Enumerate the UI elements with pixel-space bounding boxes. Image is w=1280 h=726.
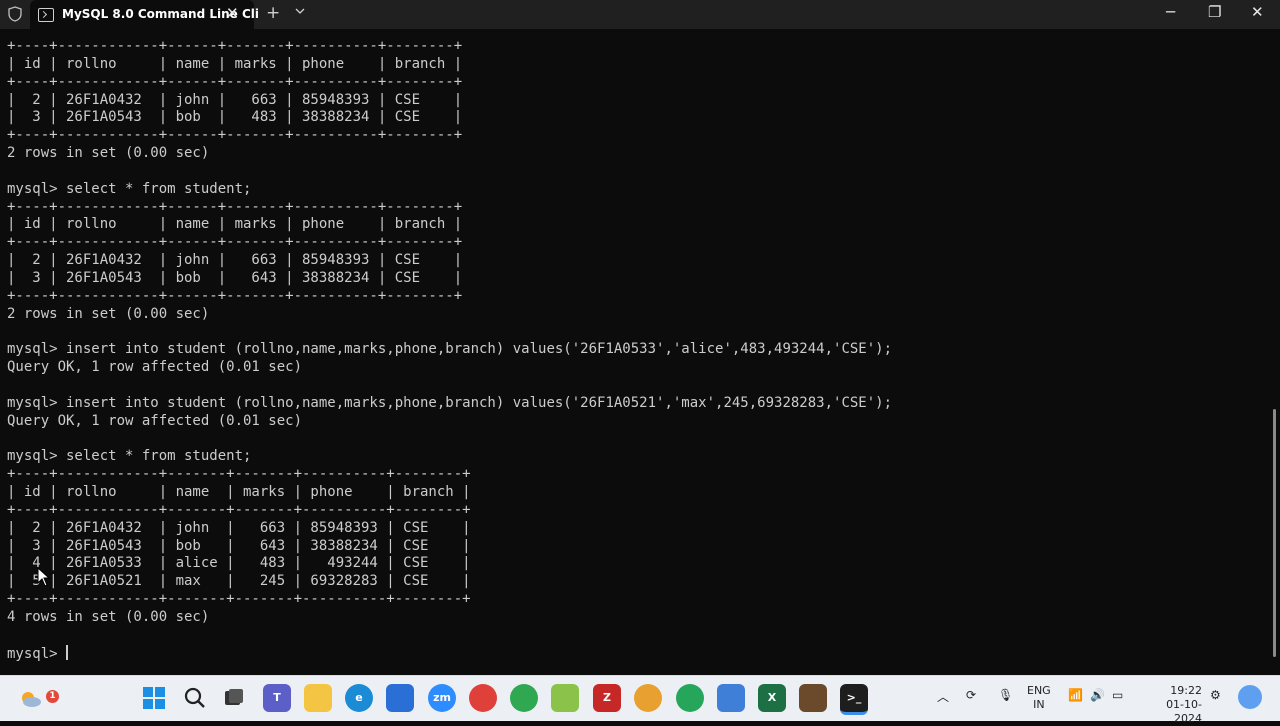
excel-icon: X (767, 691, 777, 704)
terminal-line: +----+------------+------+-------+------… (7, 73, 463, 90)
zoom-button[interactable]: zm (428, 684, 456, 712)
windows-logo-icon (143, 687, 165, 709)
edge-icon: e (355, 691, 363, 704)
sync-icon[interactable]: ⟳ (966, 688, 976, 702)
close-window-button[interactable]: ✕ (1251, 3, 1264, 21)
terminal-line: | 4 | 26F1A0533 | alice | 483 | 493244 |… (7, 555, 471, 572)
terminal-line: 4 rows in set (0.00 sec) (7, 609, 210, 625)
language-region: IN (1033, 698, 1045, 711)
terminal-button[interactable]: >_ (840, 684, 868, 715)
terminal-output[interactable]: +----+------------+------+-------+------… (0, 29, 1270, 675)
terminal-line: +----+------------+-------+-------+-----… (7, 591, 471, 608)
text-cursor (66, 644, 69, 660)
notepad-button[interactable] (717, 684, 745, 712)
start-button[interactable] (140, 684, 168, 712)
chevron-up-icon[interactable]: ︿ (937, 688, 949, 705)
chrome-button-1[interactable] (469, 684, 497, 712)
zoom-icon: zm (433, 691, 451, 704)
terminal-line: +----+------------+------+-------+------… (7, 127, 463, 144)
filezilla-button[interactable]: Z (593, 684, 621, 712)
terminal-line: mysql> select * from student; (7, 180, 252, 197)
terminal-line: mysql> select * from student; (7, 448, 252, 465)
terminal-line: +----+------------+-------+-------+-----… (7, 501, 471, 518)
microphone-icon[interactable]: 🎙 (998, 688, 1013, 702)
app-button[interactable] (799, 684, 827, 712)
teams-button[interactable]: T (263, 684, 291, 712)
task-view-button[interactable] (220, 684, 248, 712)
terminal-icon: >_ (846, 691, 862, 704)
terminal-line: | 2 | 26F1A0432 | john | 663 | 85948393 … (7, 252, 463, 269)
terminal-line: +----+------------+------+-------+------… (7, 198, 463, 215)
terminal-line: | 2 | 26F1A0432 | john | 663 | 85948393 … (7, 519, 471, 536)
store-button[interactable] (386, 684, 414, 712)
notification-settings-icon[interactable]: ⚙ (1210, 688, 1221, 702)
terminal-line: | id | rollno | name | marks | phone | b… (7, 216, 463, 233)
terminal-line: mysql> (7, 645, 67, 662)
notification-badge: 1 (46, 690, 59, 703)
chevron-down-icon[interactable] (295, 6, 305, 16)
language-code: ENG (1027, 684, 1051, 697)
new-tab-button[interactable]: + (266, 3, 280, 23)
minimize-button[interactable]: ─ (1166, 3, 1175, 21)
close-tab-icon[interactable]: ✕ (226, 4, 239, 22)
taskbar: 1 T e zm Z X >_ ︿ ⟳ 🎙 ENG IN 📶 🔊 ▭ 19:22 (0, 675, 1280, 725)
chrome-button-4[interactable] (676, 684, 704, 712)
terminal-line: +----+------------+-------+-------+-----… (7, 466, 471, 483)
terminal-line: | 3 | 26F1A0543 | bob | 643 | 38388234 |… (7, 537, 471, 554)
terminal-line: | 3 | 26F1A0543 | bob | 643 | 38388234 |… (7, 269, 463, 286)
wifi-icon[interactable]: 📶 (1068, 688, 1083, 702)
file-explorer-button[interactable] (304, 684, 332, 712)
edge-button[interactable]: e (345, 684, 373, 712)
terminal-tab[interactable]: MySQL 8.0 Command Line Cli ✕ (30, 0, 259, 29)
volume-icon[interactable]: 🔊 (1090, 688, 1105, 702)
title-bar: MySQL 8.0 Command Line Cli ✕ + ─ ❐ ✕ (0, 0, 1280, 29)
task-view-icon (225, 689, 243, 705)
teams-icon: T (273, 691, 281, 704)
search-icon (184, 687, 205, 708)
search-button[interactable] (181, 684, 209, 712)
notepadpp-button[interactable] (551, 684, 579, 712)
battery-icon[interactable]: ▭ (1112, 688, 1123, 702)
terminal-line: +----+------------+------+-------+------… (7, 234, 463, 251)
terminal-line: +----+------------+------+-------+------… (7, 287, 463, 304)
maximize-button[interactable]: ❐ (1208, 3, 1221, 21)
weather-icon (22, 692, 41, 707)
terminal-line: 2 rows in set (0.00 sec) (7, 305, 210, 322)
chrome-button-3[interactable] (634, 684, 662, 712)
chrome-button-2[interactable] (510, 684, 538, 712)
mouse-cursor-icon (37, 567, 51, 587)
terminal-line: | 5 | 26F1A0521 | max | 245 | 69328283 |… (7, 573, 471, 590)
terminal-line: mysql> insert into student (rollno,name,… (7, 341, 893, 358)
terminal-text: +----+------------+------+-------+------… (7, 38, 892, 664)
terminal-line: +----+------------+------+-------+------… (7, 38, 463, 54)
copilot-button[interactable] (1238, 685, 1262, 709)
terminal-line: | 2 | 26F1A0432 | john | 663 | 85948393 … (7, 91, 463, 108)
terminal-line: | 3 | 26F1A0543 | bob | 483 | 38388234 |… (7, 109, 463, 126)
terminal-line: mysql> insert into student (rollno,name,… (7, 394, 893, 411)
scrollbar[interactable] (1270, 29, 1280, 675)
terminal-tab-icon (38, 8, 54, 22)
time: 19:22 (1170, 684, 1202, 697)
terminal-line: Query OK, 1 row affected (0.01 sec) (7, 412, 303, 429)
excel-button[interactable]: X (758, 684, 786, 712)
scrollbar-thumb[interactable] (1273, 409, 1276, 657)
terminal-line: | id | rollno | name | marks | phone | b… (7, 484, 471, 501)
language-indicator[interactable]: ENG IN (1027, 684, 1051, 712)
date: 01-10-2024 (1166, 698, 1202, 725)
terminal-line: 2 rows in set (0.00 sec) (7, 145, 210, 162)
weather-widget[interactable]: 1 (16, 684, 59, 712)
filezilla-icon: Z (603, 691, 611, 704)
terminal-line: Query OK, 1 row affected (0.01 sec) (7, 359, 303, 376)
shield-icon (8, 6, 22, 22)
terminal-line: | id | rollno | name | marks | phone | b… (7, 55, 463, 72)
